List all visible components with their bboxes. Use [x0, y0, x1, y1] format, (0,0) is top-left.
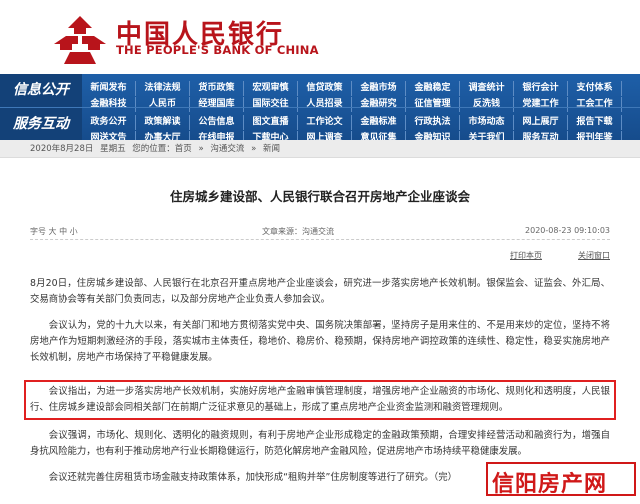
breadcrumb-level2-link[interactable]: 沟通交流	[210, 144, 244, 154]
nav-row-1: 新闻发布 法律法规 货币政策 宏观审慎 信贷政策 金融市场 金融稳定 调查统计 银行会计 支付体系	[82, 75, 640, 96]
breadcrumb-date: 2020年8月28日	[30, 144, 94, 154]
article-paragraph-highlighted: 会议指出，为进一步落实房地产长效机制，实施好房地产金融审慎管理制度，增强房地产企…	[30, 386, 610, 413]
nav-section-info: 信息公开 新闻发布 法律法规 货币政策 宏观审慎 信贷政策 金融市场 金融稳定 调查统计 银行会…	[0, 74, 640, 112]
nav-row-2: 金融科技 人民币 经理国库 国际交往 人员招录 金融研究 征信管理 反洗钱 党建工作 工会工作	[82, 91, 640, 112]
breadcrumb-separator: »	[198, 144, 204, 154]
article-source: 文章来源：沟通交流	[262, 227, 334, 236]
article-datetime: 2020-08-23 09:10:03	[525, 226, 610, 235]
nav-row-4: 网送文告 办事大厅 在线申报 下载中心 网上调查 意见征集 金融知识 关于我们 服务互动 报刊年鉴	[82, 125, 640, 146]
font-size-control: 字号 大 中 小	[30, 226, 78, 237]
font-size-options[interactable]: 大 中 小	[49, 227, 78, 236]
print-page-link[interactable]: 打印本页	[510, 250, 542, 261]
breadcrumb: 2020年8月28日 星期五 您的位置：首页 » 沟通交流 » 新闻	[0, 140, 640, 158]
watermark-text: 信阳房产网	[492, 472, 608, 497]
breadcrumb-home-link[interactable]: 您的位置：首页	[132, 144, 192, 154]
close-window-link[interactable]: 关闭窗口	[578, 250, 610, 261]
nav-row-3: 政务公开 政策解读 公告信息 图文直播 工作论文 金融标准 行政执法 市场动态 网上展厅 报告下载	[82, 109, 640, 130]
article-tools: 打印本页 关闭窗口	[30, 250, 610, 262]
nav-section-service: 服务互动 政务公开 政策解读 公告信息 图文直播 工作论文 金融标准 行政执法 市场动态 网上展…	[0, 107, 640, 146]
breadcrumb-separator: »	[251, 144, 257, 154]
nav-section-label-info: 信息公开	[0, 74, 82, 107]
article-title: 住房城乡建设部、人民银行联合召开房地产企业座谈会	[169, 189, 470, 204]
logo-english-name[interactable]: THE PEOPLE'S BANK OF CHINA	[116, 43, 319, 57]
watermark-logo: 信阳房产网	[486, 462, 636, 497]
article-meta: 字号 大 中 小 文章来源：沟通交流 2020-08-23 09:10:03	[30, 226, 610, 240]
breadcrumb-level3-link[interactable]: 新闻	[263, 144, 280, 154]
breadcrumb-weekday: 星期五	[100, 144, 126, 154]
article-paragraph: 会议认为，党的十九大以来，有关部门和地方贯彻落实党中央、国务院决策部署，坚持房子…	[30, 320, 610, 363]
main-navigation: 信息公开 新闻发布 法律法规 货币政策 宏观审慎 信贷政策 金融市场 金融稳定 调查统计 银行会…	[0, 74, 640, 146]
nav-section-label-service: 服务互动	[0, 108, 82, 141]
pboc-logo-icon[interactable]	[52, 14, 108, 66]
article-paragraph: 8月20日，住房城乡建设部、人民银行在北京召开重点房地产企业座谈会，研究进一步落…	[30, 278, 610, 305]
font-size-label: 字号	[30, 227, 46, 236]
article-paragraph: 会议强调，市场化、规则化、透明化的融资规则，有利于房地产企业形成稳定的金融政策预…	[30, 430, 610, 457]
site-header: 中国人民银行 THE PEOPLE'S BANK OF CHINA	[0, 0, 640, 74]
